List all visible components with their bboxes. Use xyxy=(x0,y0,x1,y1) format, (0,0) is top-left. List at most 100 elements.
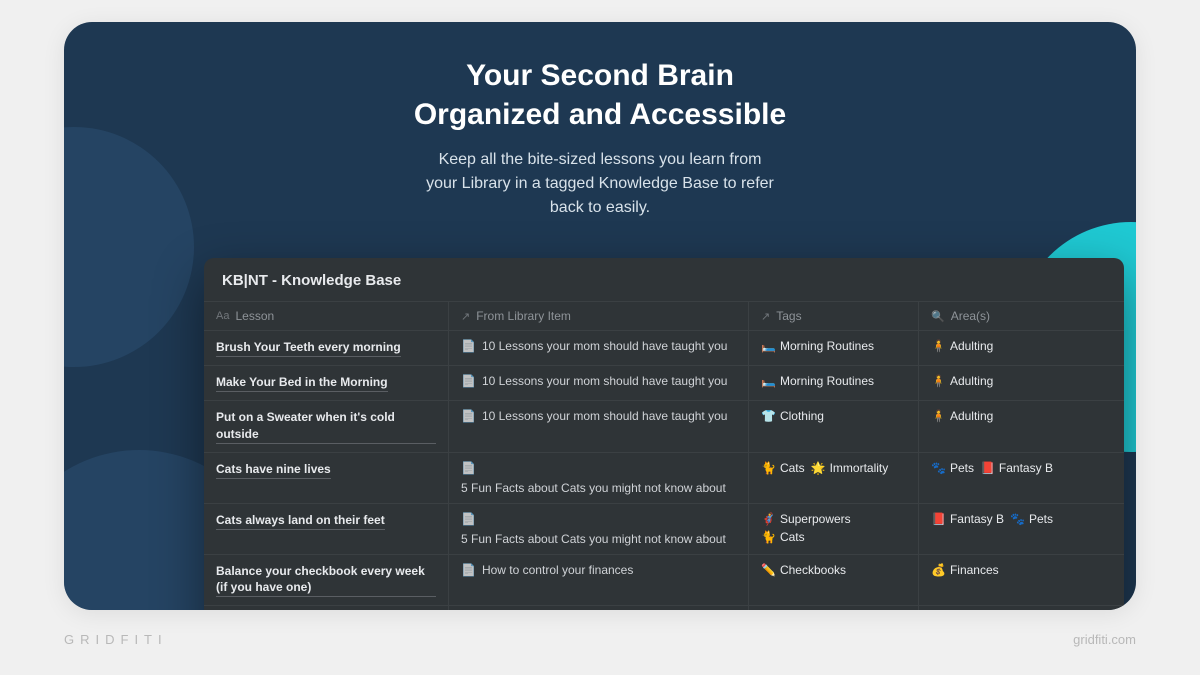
table-row[interactable]: Cats have nine lives 📄 5 Fun Facts about C… xyxy=(204,453,1124,504)
area-chip[interactable]: 🧍Adulting xyxy=(931,409,993,423)
cell-lesson[interactable]: Cats always land on their feet xyxy=(204,504,449,554)
area-label: Fantasy B xyxy=(950,512,1004,526)
cell-tags[interactable]: 📊Budgeting xyxy=(749,606,919,610)
cell-areas[interactable]: 🐾 Pets 📕 Fantasy B xyxy=(919,453,1124,503)
cell-library-item[interactable]: 📄 How to control your finances xyxy=(449,555,749,605)
lesson-title: Balance your checkbook every week (if yo… xyxy=(216,563,436,597)
tag-label: Clothing xyxy=(780,409,824,423)
page-icon: 📄 xyxy=(461,339,476,353)
hero-sub-line2: your Library in a tagged Knowledge Base … xyxy=(426,175,774,192)
area-emoji-icon: 📕 xyxy=(980,461,995,475)
tag-emoji-icon: 🛏️ xyxy=(761,374,776,388)
area-chip[interactable]: 🧍Adulting xyxy=(931,374,993,388)
cell-tags[interactable]: 🦸Superpowers 🐈Cats xyxy=(749,504,919,554)
hero-heading: Your Second Brain Organized and Accessib… xyxy=(64,22,1136,134)
column-header-tags[interactable]: ↗ Tags xyxy=(749,302,919,330)
text-property-icon: Aa xyxy=(216,310,229,322)
area-label: Fantasy B xyxy=(999,461,1053,475)
area-chip[interactable]: 🧍Adulting xyxy=(931,339,993,353)
library-item-title: 10 Lessons your mom should have taught y… xyxy=(482,409,727,423)
area-chip[interactable]: 🐾 Pets xyxy=(931,461,974,475)
database-title[interactable]: KB|NT - Knowledge Base xyxy=(204,258,1124,301)
table-row[interactable]: Keep a budget📄How to control your financ… xyxy=(204,606,1124,610)
cell-lesson[interactable]: Brush Your Teeth every morning xyxy=(204,331,449,365)
tag-label: Checkbooks xyxy=(780,563,846,577)
area-emoji-icon: 📕 xyxy=(931,512,946,526)
area-chip[interactable]: 📕 Fantasy B xyxy=(931,512,1004,526)
cell-lesson[interactable]: Put on a Sweater when it's cold outside xyxy=(204,401,449,451)
hero-title-line1: Your Second Brain xyxy=(466,59,734,92)
area-emoji-icon: 💰 xyxy=(931,563,946,577)
area-chip[interactable]: 🐾Pets xyxy=(1010,512,1053,526)
tag-emoji-icon: 🐈 xyxy=(761,530,776,544)
page-icon: 📄 xyxy=(461,563,476,577)
cell-areas[interactable]: 💰Finances xyxy=(919,606,1124,610)
library-item-title: 10 Lessons your mom should have taught y… xyxy=(482,339,727,353)
lesson-title: Cats have nine lives xyxy=(216,461,331,479)
cell-library-item[interactable]: 📄10 Lessons your mom should have taught … xyxy=(449,366,749,400)
page-icon: 📄 xyxy=(461,461,476,475)
cell-areas[interactable]: 📕 Fantasy B 🐾Pets xyxy=(919,504,1124,554)
hero-subtitle: Keep all the bite-sized lessons you lear… xyxy=(64,148,1136,220)
table-row[interactable]: Brush Your Teeth every morning 📄 10 Lesson… xyxy=(204,331,1124,366)
site-url: gridfiti.com xyxy=(1073,632,1136,647)
area-label: Pets xyxy=(950,461,974,475)
area-chip[interactable]: 💰 Finances xyxy=(931,563,999,577)
relation-icon: ↗ xyxy=(461,310,470,323)
column-header-library[interactable]: ↗ From Library Item xyxy=(449,302,749,330)
lesson-title: Cats always land on their feet xyxy=(216,512,385,530)
cell-areas[interactable]: 🧍Adulting xyxy=(919,331,1124,365)
table-row[interactable]: Put on a Sweater when it's cold outside📄… xyxy=(204,401,1124,452)
area-label: Adulting xyxy=(950,374,993,388)
tag-chip[interactable]: ✏️Checkbooks xyxy=(761,563,846,577)
cell-library-item[interactable]: 📄 10 Lessons your mom should have taught … xyxy=(449,401,749,451)
table-row[interactable]: Cats always land on their feet 📄5 Fun Fac… xyxy=(204,504,1124,555)
area-label: Adulting xyxy=(950,409,993,423)
library-item-title: How to control your finances xyxy=(482,563,633,577)
cell-tags[interactable]: ✏️Checkbooks xyxy=(749,555,919,605)
tag-chip[interactable]: 🐈 Cats xyxy=(761,461,805,475)
tag-label: Morning Routines xyxy=(780,339,874,353)
tag-chip[interactable]: 🐈Cats xyxy=(761,530,805,544)
cell-library-item[interactable]: 📄 10 Lessons your mom should have taught … xyxy=(449,331,749,365)
tag-label: Cats xyxy=(780,461,805,475)
tag-chip[interactable]: 🛏️Morning Routines xyxy=(761,374,874,388)
promo-card: Your Second Brain Organized and Accessib… xyxy=(64,22,1136,610)
tag-chip[interactable]: 🛏️Morning Routines xyxy=(761,339,874,353)
cell-tags[interactable]: 🐈 Cats 🌟 Immortality xyxy=(749,453,919,503)
cell-lesson[interactable]: Keep a budget xyxy=(204,606,449,610)
column-header-lesson[interactable]: Aa Lesson xyxy=(204,302,449,330)
area-chip[interactable]: 📕 Fantasy B xyxy=(980,461,1053,475)
lesson-title: Brush Your Teeth every morning xyxy=(216,339,401,357)
table-row[interactable]: Make Your Bed in the Morning📄10 Lessons … xyxy=(204,366,1124,401)
cell-tags[interactable]: 🛏️Morning Routines xyxy=(749,331,919,365)
area-emoji-icon: 🐾 xyxy=(931,461,946,475)
cell-lesson[interactable]: Make Your Bed in the Morning xyxy=(204,366,449,400)
cell-lesson[interactable]: Cats have nine lives xyxy=(204,453,449,503)
cell-areas[interactable]: 🧍Adulting xyxy=(919,366,1124,400)
tag-chip[interactable]: 🌟 Immortality xyxy=(811,461,889,475)
tag-label: Superpowers xyxy=(780,512,851,526)
cell-areas[interactable]: 💰 Finances xyxy=(919,555,1124,605)
cell-lesson[interactable]: Balance your checkbook every week (if yo… xyxy=(204,555,449,605)
cell-tags[interactable]: 🛏️Morning Routines xyxy=(749,366,919,400)
cell-library-item[interactable]: 📄 5 Fun Facts about Cats you might not kn… xyxy=(449,453,749,503)
tag-chip[interactable]: 🦸Superpowers xyxy=(761,512,851,526)
tag-label: Immortality xyxy=(830,461,889,475)
table-body: Brush Your Teeth every morning 📄 10 Lesson… xyxy=(204,331,1124,610)
page-icon: 📄 xyxy=(461,409,476,423)
tag-emoji-icon: 👕 xyxy=(761,409,776,423)
library-item-title: 5 Fun Facts about Cats you might not kno… xyxy=(461,481,726,495)
notion-window: KB|NT - Knowledge Base Aa Lesson ↗ From … xyxy=(204,258,1124,610)
cell-library-item[interactable]: 📄How to control your finances xyxy=(449,606,749,610)
area-label: Finances xyxy=(950,563,999,577)
column-header-areas[interactable]: 🔍 Area(s) xyxy=(919,302,1124,330)
hero-title-line2: Organized and Accessible xyxy=(414,98,786,131)
cell-tags[interactable]: 👕 Clothing xyxy=(749,401,919,451)
table-row[interactable]: Balance your checkbook every week (if yo… xyxy=(204,555,1124,606)
tag-chip[interactable]: 👕 Clothing xyxy=(761,409,824,423)
tag-emoji-icon: 🌟 xyxy=(811,461,826,475)
cell-library-item[interactable]: 📄5 Fun Facts about Cats you might not kn… xyxy=(449,504,749,554)
tag-emoji-icon: 🐈 xyxy=(761,461,776,475)
cell-areas[interactable]: 🧍Adulting xyxy=(919,401,1124,451)
